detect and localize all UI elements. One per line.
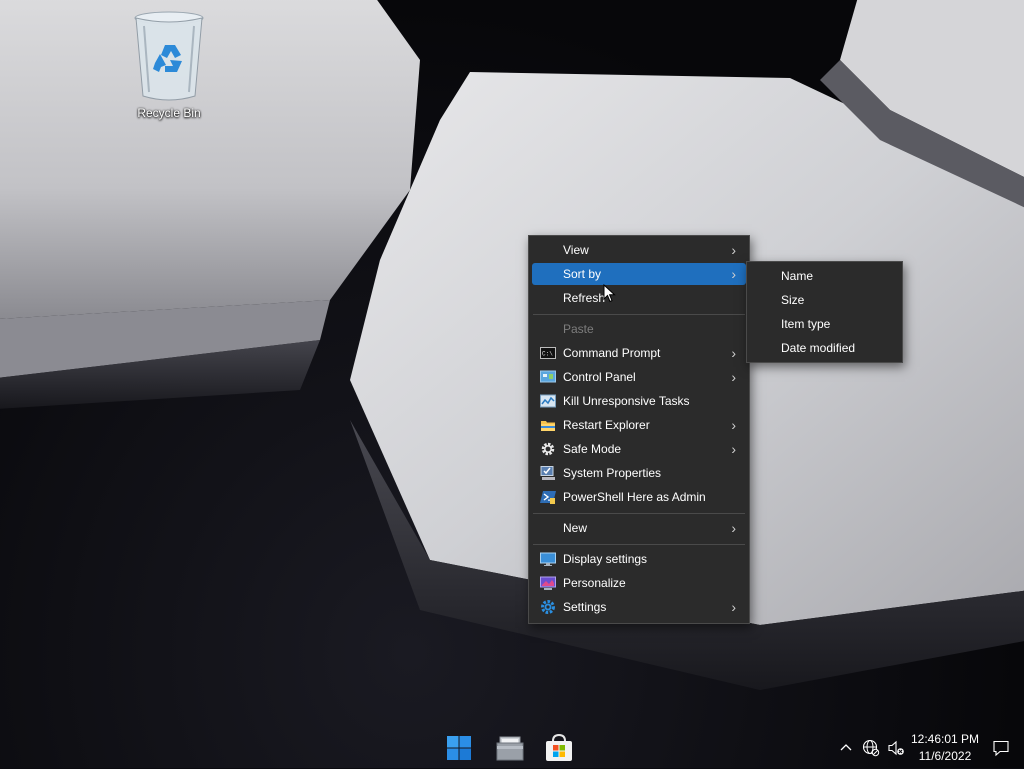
- system-properties-icon: [540, 466, 555, 480]
- chevron-right-icon: ›: [731, 242, 736, 258]
- clock-date: 11/6/2022: [918, 749, 972, 763]
- menu-item-label: Kill Unresponsive Tasks: [563, 394, 690, 408]
- sort-option-label: Size: [781, 293, 805, 307]
- menu-item-powershell-admin[interactable]: PowerShell Here as Admin: [532, 486, 746, 508]
- cmd-icon: C:\: [540, 347, 556, 359]
- menu-item-label: PowerShell Here as Admin: [563, 490, 706, 504]
- menu-item-command-prompt[interactable]: C:\ Command Prompt ›: [532, 342, 746, 364]
- menu-item-label: Control Panel: [563, 370, 636, 384]
- control-panel-icon: [540, 370, 556, 383]
- chevron-right-icon: ›: [731, 345, 736, 361]
- recycle-bin[interactable]: Recycle Bin: [122, 6, 216, 120]
- folder-icon: [541, 421, 555, 431]
- menu-item-label: Sort by: [563, 267, 602, 281]
- taskbar: 12:46:01 PM 11/6/2022: [0, 728, 1024, 768]
- menu-item-display-settings[interactable]: Display settings: [532, 548, 746, 570]
- personalize-icon: [540, 576, 556, 590]
- clock[interactable]: 12:46:01 PM 11/6/2022: [905, 732, 985, 766]
- task-manager-icon: [540, 394, 556, 408]
- display-icon: [540, 552, 556, 566]
- start-icon: [447, 736, 471, 760]
- menu-item-safe-mode[interactable]: Safe Mode ›: [532, 438, 746, 460]
- chevron-right-icon: ›: [731, 599, 736, 615]
- start-button[interactable]: [443, 732, 475, 764]
- menu-item-settings[interactable]: Settings ›: [532, 596, 746, 618]
- menu-item-label: Paste: [563, 322, 594, 336]
- sort-option-label: Name: [781, 269, 814, 283]
- menu-item-label: Command Prompt: [563, 346, 661, 360]
- chevron-up-icon: [840, 744, 852, 751]
- menu-item-label: Restart Explorer: [563, 418, 650, 432]
- menu-item-label: New: [563, 521, 588, 535]
- sort-option-label: Item type: [781, 317, 831, 331]
- chevron-right-icon: ›: [731, 266, 736, 282]
- menu-separator: [533, 544, 745, 545]
- sort-option-item-type[interactable]: Item type: [750, 313, 899, 335]
- sort-option-size[interactable]: Size: [750, 289, 899, 311]
- sort-option-label: Date modified: [781, 341, 856, 355]
- sort-option-name[interactable]: Name: [750, 265, 899, 287]
- recycle-bin-label: Recycle Bin: [137, 106, 201, 120]
- recycle-bin-icon: [134, 11, 204, 101]
- menu-separator: [533, 513, 745, 514]
- menu-item-kill-unresponsive-tasks[interactable]: Kill Unresponsive Tasks: [532, 390, 746, 412]
- notifications-button[interactable]: [992, 739, 1010, 762]
- powershell-icon: [540, 491, 556, 504]
- file-explorer-icon: [496, 736, 524, 761]
- menu-item-sort-by[interactable]: Sort by ›: [532, 263, 746, 285]
- menu-item-control-panel[interactable]: Control Panel ›: [532, 366, 746, 388]
- mouse-cursor-icon: [603, 284, 616, 303]
- desktop-context-menu: View › Sort by › Refresh Paste C:\ Comma…: [528, 235, 750, 624]
- menu-item-label: Personalize: [563, 576, 626, 590]
- menu-item-label: Safe Mode: [563, 442, 622, 456]
- gear-icon: [541, 442, 555, 456]
- menu-item-system-properties[interactable]: System Properties: [532, 462, 746, 484]
- menu-item-label: View: [563, 243, 589, 257]
- menu-item-label: Display settings: [563, 552, 648, 566]
- speaker-muted-icon: [888, 740, 904, 756]
- menu-item-label: Settings: [563, 600, 607, 614]
- chevron-right-icon: ›: [731, 520, 736, 536]
- globe-network-icon: [862, 739, 880, 757]
- svg-text:C:\: C:\: [542, 351, 553, 358]
- notification-icon: [993, 740, 1009, 757]
- show-hidden-icons-button[interactable]: [838, 740, 854, 761]
- menu-item-label: System Properties: [563, 466, 662, 480]
- network-button[interactable]: [862, 739, 880, 762]
- store-icon: [546, 733, 572, 761]
- settings-gear-icon: [541, 600, 555, 614]
- file-explorer-button[interactable]: [494, 732, 526, 764]
- menu-item-paste: Paste: [532, 318, 746, 340]
- menu-separator: [533, 314, 745, 315]
- menu-item-refresh[interactable]: Refresh: [532, 287, 746, 309]
- menu-item-view[interactable]: View ›: [532, 239, 746, 261]
- chevron-right-icon: ›: [731, 369, 736, 385]
- menu-item-restart-explorer[interactable]: Restart Explorer ›: [532, 414, 746, 436]
- clock-time: 12:46:01 PM: [910, 732, 980, 746]
- menu-item-new[interactable]: New ›: [532, 517, 746, 539]
- chevron-right-icon: ›: [731, 441, 736, 457]
- menu-item-personalize[interactable]: Personalize: [532, 572, 746, 594]
- microsoft-store-button[interactable]: [543, 732, 575, 764]
- sort-by-submenu: Name Size Item type Date modified: [746, 261, 903, 363]
- volume-button[interactable]: [887, 739, 905, 762]
- menu-item-label: Refresh: [563, 291, 606, 305]
- chevron-right-icon: ›: [731, 417, 736, 433]
- sort-option-date-modified[interactable]: Date modified: [750, 337, 899, 359]
